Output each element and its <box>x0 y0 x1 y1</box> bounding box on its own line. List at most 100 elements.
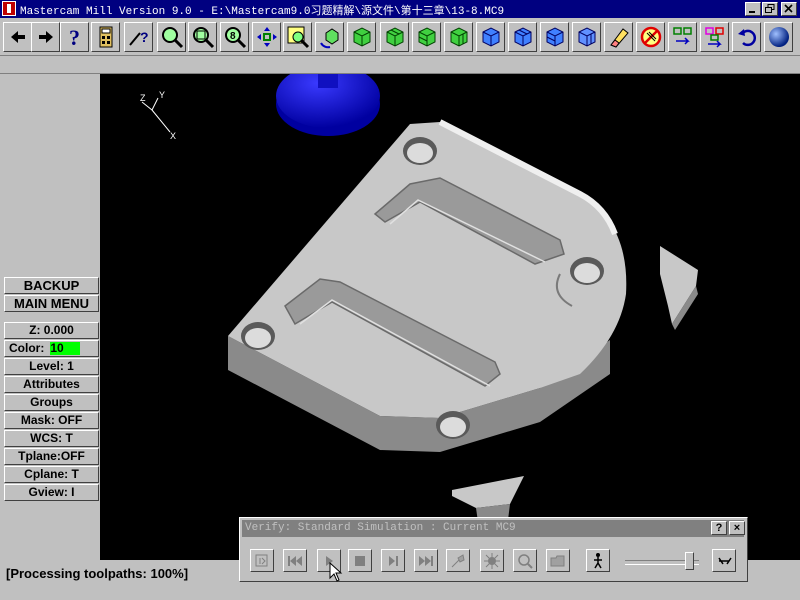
back-button[interactable] <box>3 22 32 52</box>
toolpath-1-button[interactable] <box>668 22 697 52</box>
help-button[interactable]: ? <box>60 22 89 52</box>
axis-z-label: Z <box>140 93 146 103</box>
view-cube-iso-icon <box>353 27 371 47</box>
status-text: [Processing toolpaths: 100%] <box>6 566 189 581</box>
folder-icon <box>550 555 565 567</box>
wcs-button[interactable]: WCS: T <box>4 430 99 447</box>
zoom-out-button[interactable] <box>188 22 217 52</box>
main-toolbar: ? ? 8 <box>0 19 800 56</box>
speed-slider-thumb[interactable] <box>685 552 694 570</box>
axis-x-label: X <box>170 131 176 141</box>
cutting-tool <box>276 74 380 136</box>
verify-step-back-button[interactable] <box>283 549 307 572</box>
view-top-button[interactable] <box>380 22 409 52</box>
gview-button[interactable]: Gview: I <box>4 484 99 501</box>
verify-help-button[interactable]: ? <box>711 521 727 535</box>
verify-title: Verify: Standard Simulation : Current MC… <box>245 522 516 534</box>
cube-blue-1-icon <box>482 27 500 47</box>
close-window-button[interactable] <box>781 2 797 16</box>
backup-button[interactable]: BACKUP <box>4 277 99 294</box>
cplane-4-button[interactable] <box>572 22 601 52</box>
graphics-viewport[interactable]: Z Y X <box>100 74 800 560</box>
walk-icon <box>594 553 602 569</box>
color-button[interactable]: Color: 10 <box>4 340 99 357</box>
prompt-strip <box>0 56 800 74</box>
verify-file-button[interactable] <box>546 549 570 572</box>
rotate-view-icon <box>320 28 339 49</box>
zoom-fit-button[interactable]: 8 <box>220 22 249 52</box>
verify-rewind-button[interactable] <box>250 549 274 572</box>
arrow-left-icon <box>11 31 25 43</box>
verify-walk-button[interactable] <box>586 549 610 572</box>
zoom-out-icon <box>193 27 215 49</box>
cube-blue-3-icon <box>546 27 564 47</box>
delete-button[interactable] <box>636 22 665 52</box>
view-side-button[interactable] <box>444 22 473 52</box>
verify-fast-forward-button[interactable] <box>414 549 438 572</box>
toolpath-2-button[interactable] <box>700 22 729 52</box>
part-model-canvas: Z Y X <box>140 74 698 522</box>
rotate-view-button[interactable] <box>315 22 344 52</box>
minimize-button[interactable] <box>745 2 761 16</box>
view-iso-button[interactable] <box>347 22 376 52</box>
tool-icon <box>451 554 465 568</box>
screen-zoom-button[interactable] <box>283 22 312 52</box>
analyze-button[interactable]: ? <box>124 22 153 52</box>
magnify-icon <box>518 554 533 569</box>
undo-button[interactable] <box>732 22 761 52</box>
mask-button[interactable]: Mask: OFF <box>4 412 99 429</box>
color-swatch: 10 <box>50 342 81 355</box>
restore-button[interactable] <box>762 2 778 16</box>
cplane-button[interactable]: Cplane: T <box>4 466 99 483</box>
verify-title-bar[interactable]: Verify: Standard Simulation : Current MC… <box>242 520 745 537</box>
cube-blue-2-icon <box>514 27 532 47</box>
z-depth-button[interactable]: Z: 0.000 <box>4 322 99 339</box>
svg-text:?: ? <box>69 25 80 49</box>
zoom-fit-icon: 8 <box>225 27 247 49</box>
color-label: Color: <box>9 341 45 355</box>
cplane-1-button[interactable] <box>476 22 505 52</box>
verify-speed-button[interactable] <box>712 549 736 572</box>
stock-chunk-right <box>660 246 698 330</box>
cplane-2-button[interactable] <box>508 22 537 52</box>
forward-button[interactable] <box>31 22 60 52</box>
tplane-button[interactable]: Tplane:OFF <box>4 448 99 465</box>
verify-step-button[interactable] <box>381 549 405 572</box>
svg-text:?: ? <box>140 29 149 45</box>
mouse-cursor-icon <box>329 562 343 582</box>
shade-sphere-icon <box>769 27 789 47</box>
window-title: Mastercam Mill Version 9.0 - E:\Masterca… <box>20 6 505 18</box>
eraser-icon <box>610 28 629 48</box>
verify-tool-display-button[interactable] <box>446 549 470 572</box>
speed-slider[interactable] <box>625 552 703 570</box>
axis-y-label: Y <box>159 90 165 100</box>
calculator-button[interactable] <box>91 22 120 52</box>
cplane-3-button[interactable] <box>540 22 569 52</box>
verify-magnify-button[interactable] <box>513 549 537 572</box>
pan-button[interactable] <box>252 22 281 52</box>
view-cube-side-icon <box>450 27 468 47</box>
verify-close-button[interactable]: × <box>729 521 745 535</box>
verify-settings-button[interactable] <box>480 549 504 572</box>
svg-text:8: 8 <box>230 31 236 42</box>
step-icon <box>389 556 398 566</box>
mastercam-app-icon[interactable] <box>2 1 16 16</box>
zoom-button[interactable] <box>157 22 186 52</box>
delete-icon <box>640 26 662 48</box>
stock-chunk-bottom <box>452 476 524 522</box>
shade-button[interactable] <box>764 22 793 52</box>
analyze-icon: ? <box>129 29 149 46</box>
attributes-button[interactable]: Attributes <box>4 376 99 393</box>
main-menu-button[interactable]: MAIN MENU <box>4 295 99 312</box>
fast-forward-icon <box>419 556 433 566</box>
verify-dialog: Verify: Standard Simulation : Current MC… <box>239 517 748 582</box>
view-front-button[interactable] <box>412 22 441 52</box>
title-bar: Mastercam Mill Version 9.0 - E:\Masterca… <box>0 0 800 18</box>
eraser-button[interactable] <box>604 22 633 52</box>
verify-stop-button[interactable] <box>348 549 372 572</box>
level-button[interactable]: Level: 1 <box>4 358 99 375</box>
arrow-right-icon <box>39 31 53 43</box>
groups-button[interactable]: Groups <box>4 394 99 411</box>
help-icon: ? <box>69 25 80 49</box>
toolpath-2-icon <box>705 27 724 48</box>
